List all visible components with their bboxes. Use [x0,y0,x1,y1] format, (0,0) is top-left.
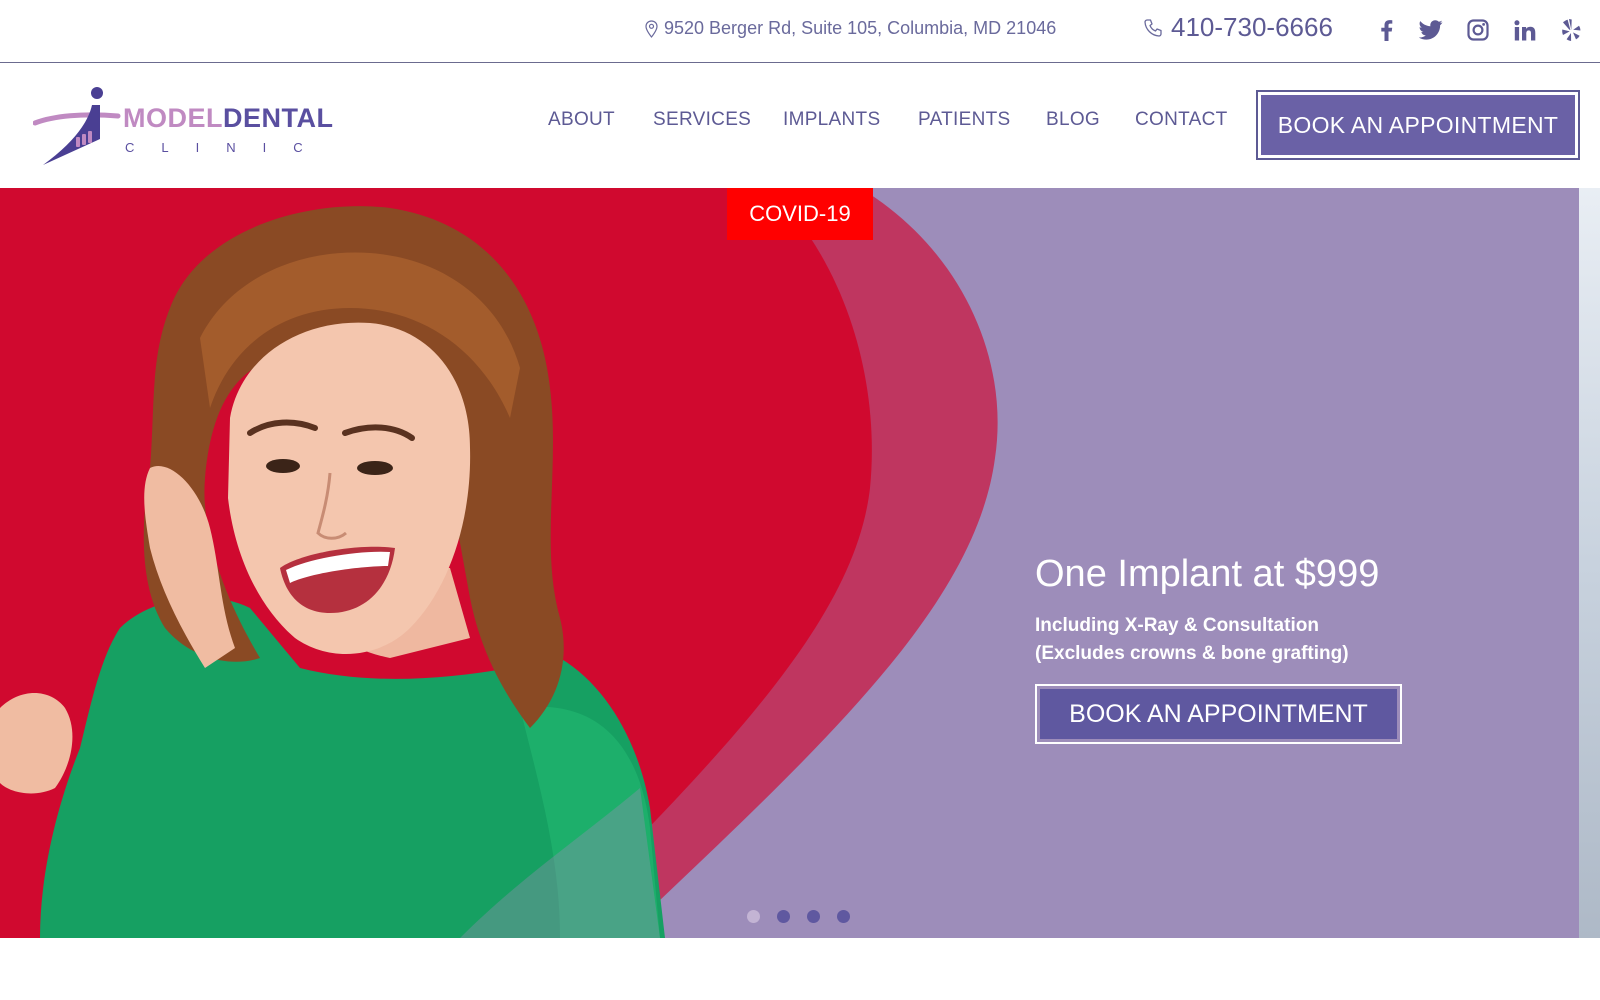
linkedin-icon [1514,19,1536,40]
yelp-link[interactable] [1557,16,1585,44]
hero-subtitle: Including X-Ray & Consultation (Excludes… [1035,612,1349,668]
nav-services[interactable]: SERVICES [653,109,751,131]
top-bar: 9520 Berger Rd, Suite 105, Columbia, MD … [0,0,1600,63]
address-text: 9520 Berger Rd, Suite 105, Columbia, MD … [664,18,1057,38]
twitter-link[interactable] [1417,16,1445,44]
next-slide-peek [1579,188,1600,938]
nav-patients[interactable]: PATIENTS [918,109,1010,131]
yelp-icon [1562,19,1581,41]
covid-badge[interactable]: COVID-19 [727,188,873,240]
logo-mark-icon [33,87,121,165]
logo-word-model: MODEL [123,103,223,133]
address[interactable]: 9520 Berger Rd, Suite 105, Columbia, MD … [645,18,1056,39]
facebook-icon [1381,20,1393,41]
book-appointment-button[interactable]: BOOK AN APPOINTMENT [1256,90,1580,160]
slider-dot-4[interactable] [837,910,850,923]
facebook-link[interactable] [1372,16,1400,44]
book-appointment-label: BOOK AN APPOINTMENT [1261,95,1575,155]
hero-slider: COVID-19 One Implant at $999 Including X… [0,188,1579,938]
logo-word-dental: DENTAL [223,103,334,133]
header: MODELDENTAL CLINIC ABOUT SERVICES IMPLAN… [0,63,1600,188]
hero-book-appointment-button[interactable]: BOOK AN APPOINTMENT [1035,684,1402,744]
phone[interactable]: 410-730-6666 [1143,12,1333,43]
location-pin-icon [645,19,658,38]
slider-dots [747,910,850,923]
linkedin-link[interactable] [1511,16,1539,44]
hero-book-appointment-label: BOOK AN APPOINTMENT [1040,689,1397,739]
nav-blog[interactable]: BLOG [1046,109,1100,131]
nav-implants[interactable]: IMPLANTS [783,109,880,131]
phone-icon [1144,18,1162,37]
nav-about[interactable]: ABOUT [548,109,615,131]
logo-subtitle: CLINIC [125,140,330,155]
hero-subtitle-line1: Including X-Ray & Consultation [1035,615,1319,636]
slider-dot-3[interactable] [807,910,820,923]
logo-wordmark: MODELDENTAL [123,103,334,134]
phone-number: 410-730-6666 [1171,12,1333,42]
nav-contact[interactable]: CONTACT [1135,109,1228,131]
slider-dot-2[interactable] [777,910,790,923]
hero-subtitle-line2: (Excludes crowns & bone grafting) [1035,643,1349,664]
logo[interactable]: MODELDENTAL CLINIC [33,83,333,173]
slider-dot-1[interactable] [747,910,760,923]
twitter-icon [1419,20,1443,40]
hero-title: One Implant at $999 [1035,553,1380,595]
instagram-link[interactable] [1464,16,1492,44]
instagram-icon [1467,19,1489,41]
